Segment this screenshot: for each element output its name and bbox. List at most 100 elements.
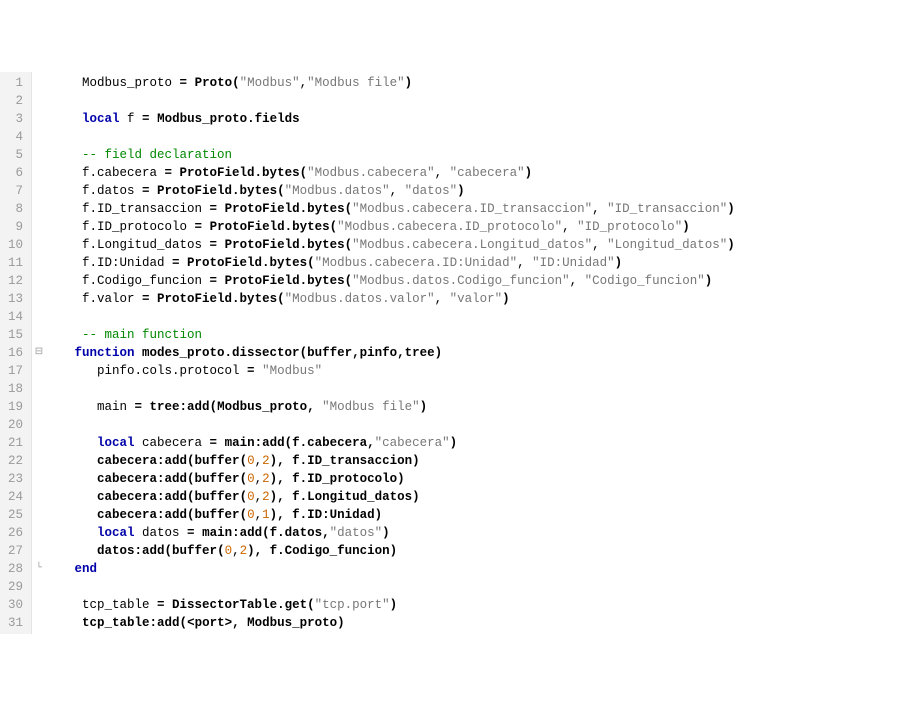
code-token: DissectorTable.get (172, 598, 307, 612)
code-token: ) (450, 436, 458, 450)
fold-mark[interactable] (32, 236, 46, 254)
code-token: "cabecera" (450, 166, 525, 180)
fold-mark[interactable] (32, 200, 46, 218)
code-token: ) (435, 346, 443, 360)
code-line[interactable]: f.Longitud_datos = ProtoField.bytes("Mod… (52, 236, 902, 254)
fold-mark[interactable] (32, 362, 46, 380)
fold-mark[interactable] (32, 110, 46, 128)
fold-mark[interactable] (32, 416, 46, 434)
code-token: = (210, 436, 225, 450)
fold-mark[interactable] (32, 164, 46, 182)
fold-mark[interactable] (32, 542, 46, 560)
fold-mark[interactable] (32, 614, 46, 632)
fold-mark[interactable] (32, 308, 46, 326)
code-token: = (135, 400, 150, 414)
code-line[interactable]: pinfo.cols.protocol = "Modbus" (52, 362, 902, 380)
code-token: ) (397, 472, 405, 486)
code-token: = (247, 364, 262, 378)
code-token: ) (682, 220, 690, 234)
fold-mark[interactable] (32, 74, 46, 92)
code-line[interactable]: end (52, 560, 902, 578)
fold-column[interactable]: ⊟└ (32, 72, 46, 634)
code-line[interactable]: -- main function (52, 326, 902, 344)
code-line[interactable]: f.ID:Unidad = ProtoField.bytes("Modbus.c… (52, 254, 902, 272)
code-token: tcp_table (82, 598, 157, 612)
fold-mark[interactable] (32, 578, 46, 596)
code-line[interactable]: f.cabecera = ProtoField.bytes("Modbus.ca… (52, 164, 902, 182)
code-line[interactable] (52, 578, 902, 596)
code-token: 2 (262, 472, 270, 486)
fold-mark[interactable] (32, 380, 46, 398)
code-token: ( (240, 508, 248, 522)
line-number: 29 (0, 578, 23, 596)
code-line[interactable]: main = tree:add(Modbus_proto, "Modbus fi… (52, 398, 902, 416)
code-line[interactable]: datos:add(buffer(0,2), f.Codigo_funcion) (52, 542, 902, 560)
code-token: ( (240, 472, 248, 486)
code-token: Modbus_proto (82, 76, 180, 90)
code-line[interactable]: cabecera:add(buffer(0,2), f.ID_transacci… (52, 452, 902, 470)
line-number: 6 (0, 164, 23, 182)
code-line[interactable] (52, 308, 902, 326)
code-line[interactable]: f.ID_protocolo = ProtoField.bytes("Modbu… (52, 218, 902, 236)
fold-mark[interactable] (32, 272, 46, 290)
code-token: ) (615, 256, 623, 270)
fold-mark[interactable]: ⊟ (32, 344, 46, 362)
code-line[interactable]: cabecera:add(buffer(0,2), f.Longitud_dat… (52, 488, 902, 506)
code-token: buffer (195, 490, 240, 504)
code-line[interactable] (52, 92, 902, 110)
code-token: ) (705, 274, 713, 288)
code-line[interactable] (52, 128, 902, 146)
code-line[interactable]: local f = Modbus_proto.fields (52, 110, 902, 128)
fold-mark[interactable] (32, 488, 46, 506)
fold-mark[interactable] (32, 452, 46, 470)
code-line[interactable]: f.datos = ProtoField.bytes("Modbus.datos… (52, 182, 902, 200)
code-token: ProtoField.bytes (210, 220, 330, 234)
code-token (52, 256, 82, 270)
fold-mark[interactable] (32, 290, 46, 308)
fold-mark[interactable] (32, 182, 46, 200)
code-line[interactable] (52, 416, 902, 434)
fold-mark[interactable] (32, 254, 46, 272)
code-line[interactable]: Modbus_proto = Proto("Modbus","Modbus fi… (52, 74, 902, 92)
fold-mark[interactable] (32, 506, 46, 524)
fold-mark[interactable] (32, 218, 46, 236)
code-line[interactable]: tcp_table:add(<port>, Modbus_proto) (52, 614, 902, 632)
code-line[interactable]: tcp_table = DissectorTable.get("tcp.port… (52, 596, 902, 614)
code-line[interactable] (52, 380, 902, 398)
code-token: f (120, 112, 143, 126)
code-editor[interactable]: 1234567891011121314151617181920212223242… (0, 72, 902, 634)
code-line[interactable]: f.ID_transaccion = ProtoField.bytes("Mod… (52, 200, 902, 218)
code-line[interactable]: f.Codigo_funcion = ProtoField.bytes("Mod… (52, 272, 902, 290)
code-line[interactable]: cabecera:add(buffer(0,2), f.ID_protocolo… (52, 470, 902, 488)
code-token: buffer (195, 508, 240, 522)
code-token: 0 (247, 472, 255, 486)
code-token: "valor" (450, 292, 503, 306)
code-area[interactable]: Modbus_proto = Proto("Modbus","Modbus fi… (46, 72, 902, 634)
line-number: 1 (0, 74, 23, 92)
code-line[interactable]: f.valor = ProtoField.bytes("Modbus.datos… (52, 290, 902, 308)
fold-mark[interactable] (32, 434, 46, 452)
code-token: ) (247, 544, 255, 558)
fold-mark[interactable]: └ (32, 560, 46, 578)
code-token: buffer (172, 544, 217, 558)
code-line[interactable]: -- field declaration (52, 146, 902, 164)
fold-mark[interactable] (32, 524, 46, 542)
code-line[interactable]: function modes_proto.dissector(buffer,pi… (52, 344, 902, 362)
fold-mark[interactable] (32, 596, 46, 614)
code-token: ) (390, 544, 398, 558)
code-token (52, 562, 75, 576)
fold-mark[interactable] (32, 128, 46, 146)
code-token: local (97, 436, 135, 450)
code-line[interactable]: local datos = main:add(f.datos,"datos") (52, 524, 902, 542)
code-line[interactable]: local cabecera = main:add(f.cabecera,"ca… (52, 434, 902, 452)
fold-mark[interactable] (32, 470, 46, 488)
code-token: "ID_transaccion" (607, 202, 727, 216)
line-number: 22 (0, 452, 23, 470)
code-token (52, 112, 82, 126)
fold-mark[interactable] (32, 326, 46, 344)
fold-mark[interactable] (32, 398, 46, 416)
code-token: = (210, 274, 225, 288)
code-line[interactable]: cabecera:add(buffer(0,1), f.ID:Unidad) (52, 506, 902, 524)
fold-mark[interactable] (32, 146, 46, 164)
fold-mark[interactable] (32, 92, 46, 110)
